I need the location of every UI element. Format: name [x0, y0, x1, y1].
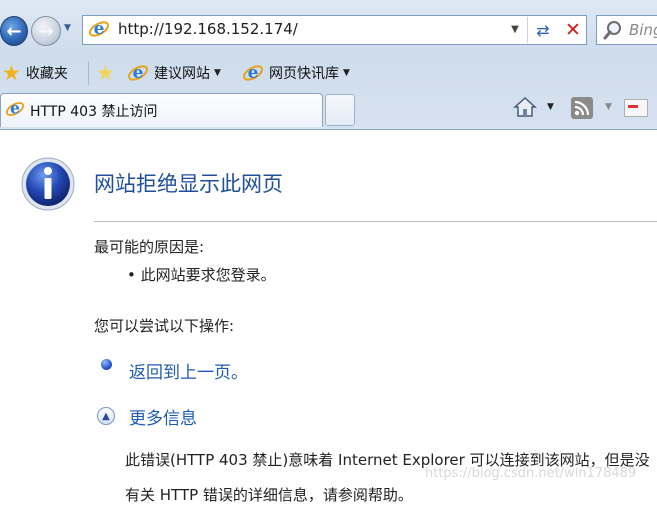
feed-dropdown-icon[interactable]: ▼	[605, 102, 612, 112]
favorites-button[interactable]: ★ 收藏夹	[2, 60, 68, 86]
svg-text:e: e	[10, 99, 20, 118]
favorites-item-label: 建议网站	[154, 66, 210, 82]
svg-text:e: e	[133, 63, 144, 83]
home-dropdown-icon[interactable]: ▼	[547, 102, 554, 112]
address-dropdown-icon[interactable]: ▼	[508, 20, 522, 38]
ie-tab-icon: e	[5, 99, 25, 118]
ie-icon: e	[242, 63, 264, 83]
favorites-item-suggested-sites[interactable]: e 建议网站 ▼	[127, 60, 221, 86]
more-info-link[interactable]: 更多信息	[129, 404, 197, 429]
favorites-label: 收藏夹	[25, 66, 68, 82]
add-favorite-star-icon: ★	[96, 60, 115, 85]
chevron-down-icon: ▼	[343, 68, 350, 78]
refresh-icon: ⇄	[536, 20, 550, 40]
add-favorite-button[interactable]: ★	[96, 60, 115, 86]
page-title: 网站拒绝显示此网页	[94, 172, 283, 196]
close-icon: ✕	[565, 19, 581, 41]
help-text: 有关 HTTP 错误的详细信息，请参阅帮助。	[125, 486, 413, 504]
rss-icon	[574, 100, 590, 116]
svg-text:e: e	[94, 19, 105, 39]
feed-icon[interactable]	[571, 97, 593, 119]
tab-title: HTTP 403 禁止访问	[30, 104, 158, 120]
chevron-down-icon: ▼	[214, 68, 221, 78]
forward-arrow-icon: →	[38, 20, 54, 42]
mail-accent	[628, 105, 638, 108]
stop-button[interactable]: ✕	[559, 17, 587, 43]
search-icon[interactable]	[602, 19, 624, 41]
info-icon	[21, 157, 75, 211]
favorites-item-web-slice-gallery[interactable]: e 网页快讯库 ▼	[242, 60, 350, 86]
title-divider	[94, 221, 657, 222]
try-heading: 您可以尝试以下操作:	[94, 317, 235, 335]
back-arrow-icon: ←	[6, 20, 22, 42]
back-button[interactable]: ←	[0, 16, 28, 46]
go-back-link[interactable]: 返回到上一页。	[129, 358, 248, 383]
bullet-dot-icon	[101, 359, 112, 370]
search-placeholder: Bing	[629, 21, 657, 39]
expand-chevron-icon[interactable]: ▲	[97, 407, 115, 425]
reason-heading: 最可能的原因是:	[94, 238, 205, 256]
forward-button[interactable]: →	[31, 16, 61, 46]
refresh-button[interactable]: ⇄	[527, 17, 558, 43]
favorites-item-label: 网页快讯库	[269, 66, 339, 82]
watermark: https://blog.csdn.net/win178489	[425, 466, 637, 481]
star-icon: ★	[2, 60, 21, 85]
reason-list-item: • 此网站要求您登录。	[127, 266, 276, 284]
ie-icon: e	[127, 63, 149, 83]
history-dropdown-icon[interactable]: ▼	[64, 23, 76, 37]
svg-text:e: e	[248, 63, 259, 83]
address-input[interactable]: http://192.168.152.174/	[118, 20, 298, 38]
mail-icon[interactable]	[624, 99, 648, 117]
home-icon[interactable]	[513, 95, 537, 119]
ie-page-icon: e	[88, 19, 110, 39]
chrome-divider	[0, 129, 657, 130]
toolbar-divider	[88, 61, 89, 85]
new-tab-button[interactable]	[325, 94, 355, 126]
